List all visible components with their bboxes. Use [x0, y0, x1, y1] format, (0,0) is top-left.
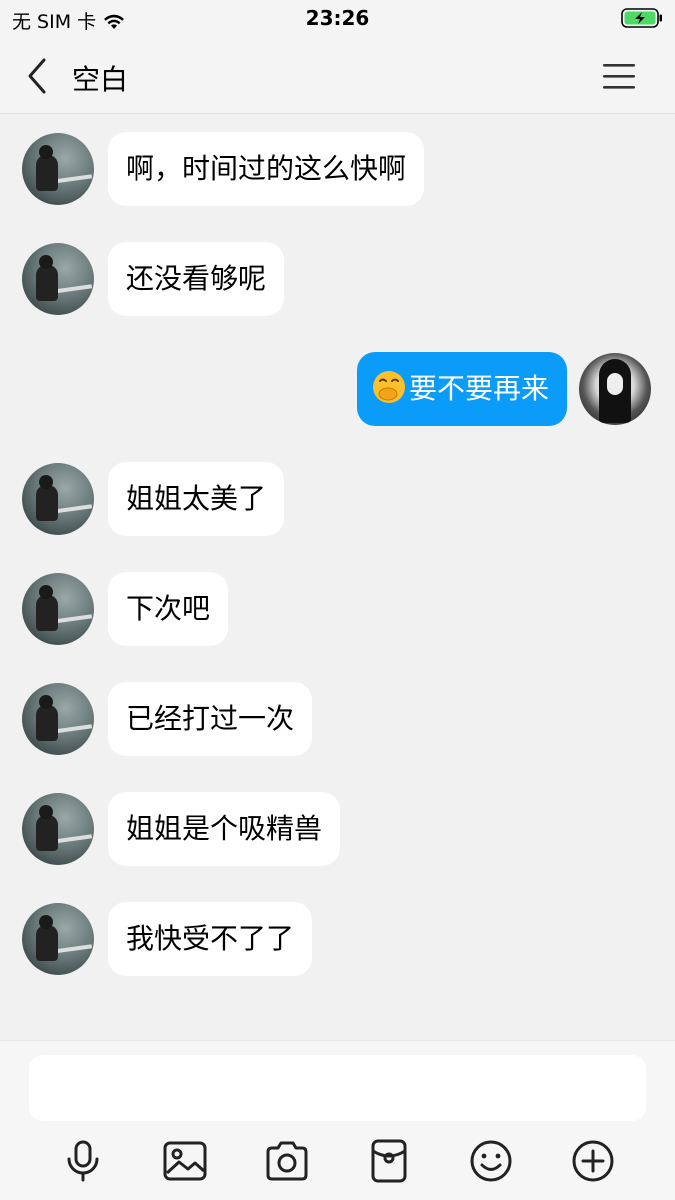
status-bar: 无 SIM 卡 23:26	[0, 0, 675, 38]
message-text-self: 要不要再来	[408, 372, 549, 405]
message-row: 啊，时间过的这么快啊	[0, 132, 675, 208]
more-button[interactable]	[569, 1137, 617, 1185]
message-bubble[interactable]: 姐姐是个吸精兽	[108, 792, 341, 866]
menu-icon[interactable]	[601, 60, 637, 92]
message-bubble[interactable]: 啊，时间过的这么快啊	[108, 132, 425, 206]
message-bubble[interactable]: 还没看够呢	[108, 242, 285, 316]
microphone-icon	[67, 1140, 99, 1182]
camera-button[interactable]	[263, 1137, 311, 1185]
input-toolbar	[0, 1137, 675, 1187]
message-row: 还没看够呢	[0, 242, 675, 318]
message-bubble[interactable]: 已经打过一次	[108, 682, 313, 756]
back-button[interactable]	[22, 56, 52, 96]
red-packet-button[interactable]	[365, 1137, 413, 1185]
image-icon	[163, 1141, 207, 1181]
message-bubble[interactable]: 下次吧	[108, 572, 229, 646]
emoji-icon	[470, 1140, 512, 1182]
emoji-button[interactable]	[467, 1137, 515, 1185]
user-avatar[interactable]	[579, 353, 651, 425]
message-bubble[interactable]: 姐姐太美了	[108, 462, 285, 536]
message-row: 下次吧	[0, 572, 675, 648]
contact-avatar[interactable]	[22, 793, 94, 865]
message-input[interactable]	[29, 1055, 646, 1121]
camera-icon	[266, 1141, 308, 1181]
message-row-self: 要不要再来	[0, 352, 675, 428]
battery-charging-icon	[621, 8, 662, 28]
contact-avatar[interactable]	[22, 133, 94, 205]
red-packet-icon	[371, 1139, 407, 1183]
hand-over-mouth-emoji-icon	[372, 371, 405, 403]
album-button[interactable]	[161, 1137, 209, 1185]
plus-icon	[572, 1140, 614, 1182]
nav-bar: 空白	[0, 38, 675, 114]
input-area	[0, 1040, 675, 1200]
contact-avatar[interactable]	[22, 903, 94, 975]
status-time: 23:26	[305, 6, 370, 30]
message-bubble-self[interactable]: 要不要再来	[356, 352, 567, 426]
chat-title[interactable]: 空白	[72, 58, 128, 98]
contact-avatar[interactable]	[22, 683, 94, 755]
message-row: 我快受不了了	[0, 902, 675, 978]
message-bubble[interactable]: 我快受不了了	[108, 902, 313, 976]
message-row: 已经打过一次	[0, 682, 675, 758]
contact-avatar[interactable]	[22, 243, 94, 315]
message-row: 姐姐是个吸精兽	[0, 792, 675, 868]
contact-avatar[interactable]	[22, 463, 94, 535]
contact-avatar[interactable]	[22, 573, 94, 645]
message-row: 姐姐太美了	[0, 462, 675, 538]
voice-button[interactable]	[59, 1137, 107, 1185]
